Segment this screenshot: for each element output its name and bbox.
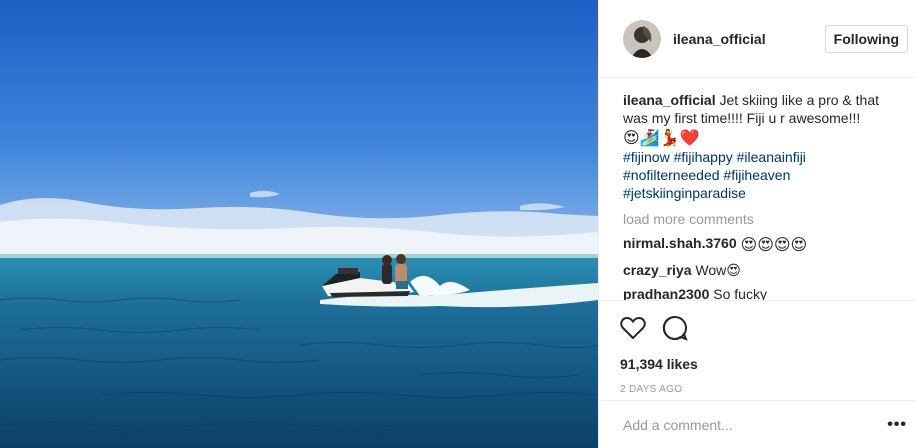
action-icons <box>620 315 895 343</box>
more-options-button[interactable]: ••• <box>887 416 907 434</box>
load-more-comments-link[interactable]: load more comments <box>623 210 897 228</box>
hashtags: #fijinow #fijihappy #ileanainfiji #nofil… <box>623 148 897 202</box>
comments-section: ileana_official Jet skiing like a pro & … <box>599 78 915 300</box>
comment-item: nirmal.shah.3760 😍😍😍😍 <box>623 234 897 255</box>
comment-text: So fucky <box>713 286 767 300</box>
post-actions: 91,394 likes 2 DAYS AGO <box>599 300 915 395</box>
comment-username[interactable]: nirmal.shah.3760 <box>623 235 737 251</box>
post-photo[interactable] <box>0 0 598 448</box>
comment-text: 😍😍😍😍 <box>740 237 808 254</box>
post-sidebar: ileana_official Following ileana_officia… <box>598 0 916 448</box>
caption-emojis: 😍🏄‍♀️💃❤️ <box>623 127 897 148</box>
add-comment-row: ••• <box>599 400 915 448</box>
post-header: ileana_official Following <box>599 0 916 78</box>
following-button[interactable]: Following <box>824 24 908 53</box>
comment-item: crazy_riya Wow😍 <box>623 261 897 279</box>
hashtag-link[interactable]: #ileanainfiji <box>737 149 806 165</box>
instagram-post: ileana_official Following ileana_officia… <box>0 0 916 448</box>
comment-item: pradhan2300 So fucky <box>623 285 897 300</box>
comment-username[interactable]: pradhan2300 <box>623 286 709 300</box>
hashtag-link[interactable]: #fijiheaven <box>723 167 790 183</box>
speech-bubble-icon[interactable] <box>662 315 688 344</box>
post-date[interactable]: 2 DAYS AGO <box>620 384 895 395</box>
hashtag-link[interactable]: #fijihappy <box>674 149 733 165</box>
jet-ski-photo <box>0 0 598 448</box>
hashtag-link[interactable]: #jetskiinginparadise <box>623 185 746 201</box>
comment-text: Wow😍 <box>695 262 741 278</box>
add-comment-input[interactable] <box>623 416 863 433</box>
hashtag-link[interactable]: #nofilterneeded <box>623 167 720 183</box>
caption: ileana_official Jet skiing like a pro & … <box>623 91 897 202</box>
heart-icon[interactable] <box>620 316 646 343</box>
likes-count[interactable]: 91,394 likes <box>620 356 895 372</box>
avatar[interactable] <box>623 19 661 58</box>
caption-emoji-list: 😍🏄‍♀️💃❤️ <box>623 130 700 147</box>
hashtag-link[interactable]: #fijinow <box>623 149 670 165</box>
comment-username[interactable]: crazy_riya <box>623 262 692 278</box>
header-username[interactable]: ileana_official <box>673 31 766 47</box>
caption-username[interactable]: ileana_official <box>623 92 716 108</box>
avatar-image <box>623 19 661 58</box>
